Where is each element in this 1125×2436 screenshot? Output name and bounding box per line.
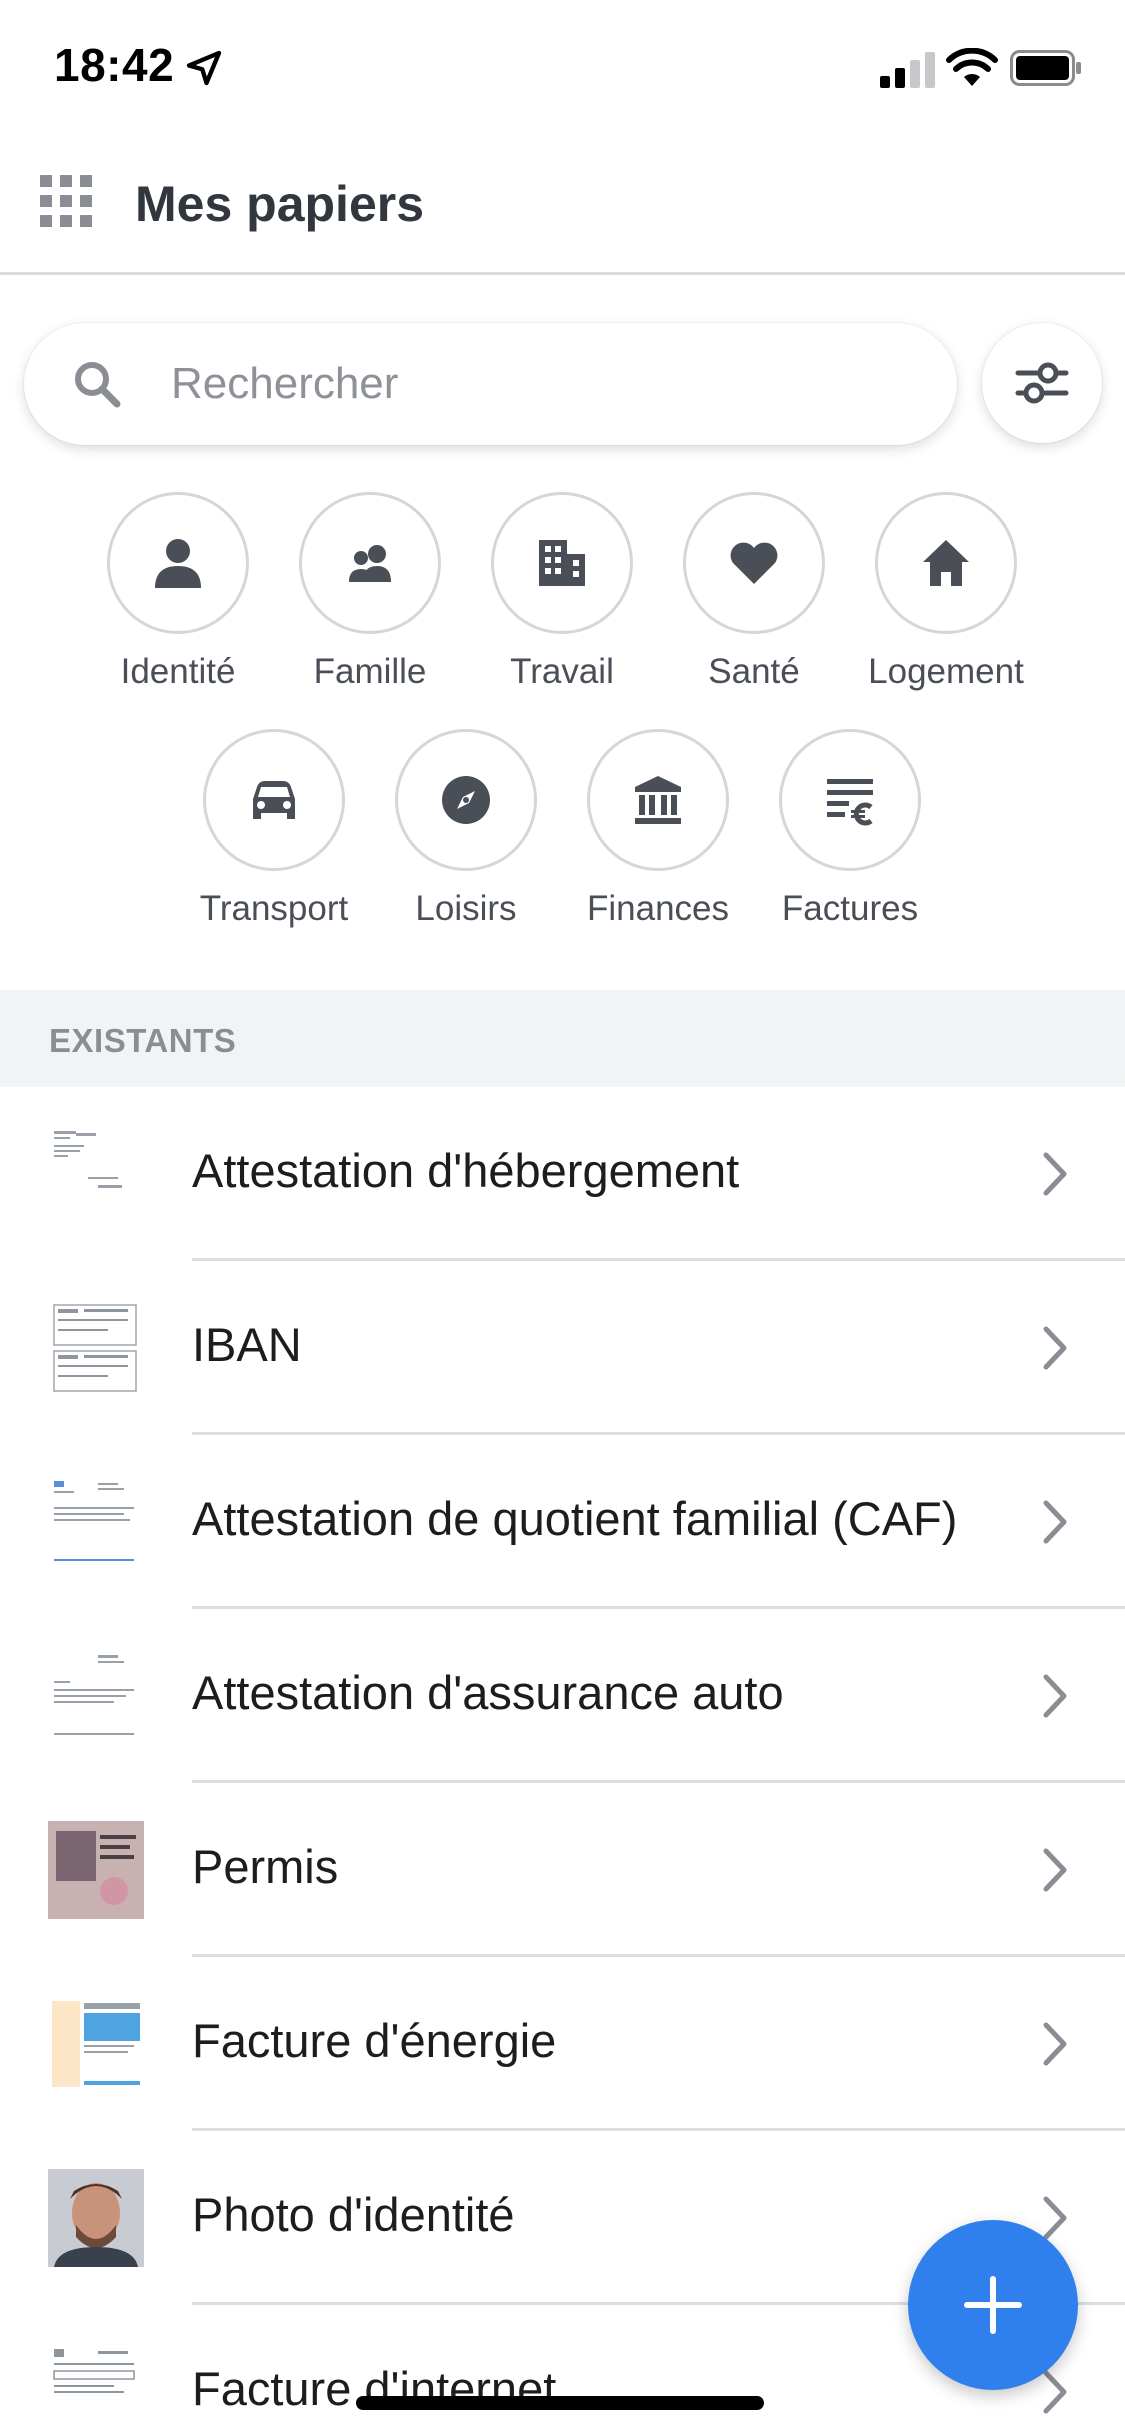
document-title: Photo d'identité [192,2188,515,2241]
category-identite[interactable]: Identité [83,492,273,722]
apps-grid-icon[interactable] [40,175,92,227]
category-label: Travail [510,652,614,691]
document-thumbnail [48,2169,144,2267]
status-time: 18:42 [54,39,175,91]
document-thumbnail [48,1995,144,2093]
category-label: Loisirs [415,889,517,928]
category-circle[interactable] [395,729,537,871]
chevron-right-icon [1043,1674,1067,1718]
list-item[interactable]: Attestation d'hébergement [0,1087,1125,1261]
list-item[interactable]: Facture d'énergie [0,1957,1125,2131]
bank-icon [635,776,681,824]
car-icon [253,781,295,819]
document-title: Attestation d'assurance auto [192,1666,784,1719]
building-icon [539,540,585,586]
category-circle[interactable] [491,492,633,634]
chevron-right-icon [1043,2196,1067,2240]
page-title: Mes papiers [135,176,425,232]
status-bar: 18:42 [0,0,1125,135]
add-document-button[interactable] [908,2220,1078,2390]
category-factures[interactable]: Factures [755,729,945,959]
document-thumbnail [48,1821,144,1919]
battery-icon [1010,50,1081,86]
category-sante[interactable]: Santé [659,492,849,722]
category-label: Santé [708,652,800,691]
category-transport[interactable]: Transport [179,729,369,959]
wifi-icon [946,48,998,86]
category-circle[interactable] [875,492,1017,634]
category-circle[interactable] [299,492,441,634]
document-title: Permis [192,1840,339,1893]
search-icon [75,362,121,408]
bill-euro-icon [827,779,873,826]
category-label: Identité [120,652,236,691]
location-arrow-icon [186,50,222,86]
category-circle[interactable] [587,729,729,871]
chevron-right-icon [1043,1152,1067,1196]
category-circle[interactable] [683,492,825,634]
heart-icon [730,542,778,584]
chevron-right-icon [1043,2370,1067,2414]
category-label: Famille [313,652,427,691]
category-circle[interactable] [779,729,921,871]
category-label: Transport [199,889,349,928]
list-item[interactable]: Attestation de quotient familial (CAF) [0,1435,1125,1609]
home-indicator[interactable] [356,2396,764,2410]
family-icon [349,545,391,582]
list-item[interactable]: IBAN [0,1261,1125,1435]
category-label: Factures [781,889,919,928]
list-item[interactable]: Attestation d'assurance auto [0,1609,1125,1783]
category-label: Finances [586,889,730,928]
category-circle[interactable] [107,492,249,634]
document-thumbnail [48,1473,144,1571]
app-header: Mes papiers [0,135,1125,275]
category-famille[interactable]: Famille [275,492,465,722]
person-icon [155,539,201,588]
chevron-right-icon [1043,1326,1067,1370]
section-header: EXISTANTS [0,990,1125,1087]
chevron-right-icon [1043,1848,1067,1892]
category-logement[interactable]: Logement [851,492,1041,722]
document-thumbnail [48,1125,144,1223]
sliders-icon [1015,362,1069,404]
search-bar[interactable] [24,323,957,445]
compass-icon [442,776,490,824]
search-input[interactable] [171,351,911,417]
category-finances[interactable]: Finances [563,729,753,959]
category-circle[interactable] [203,729,345,871]
list-item[interactable]: Permis [0,1783,1125,1957]
plus-icon [964,2276,1022,2334]
document-thumbnail [48,1647,144,1745]
chevron-right-icon [1043,2022,1067,2066]
category-label: Logement [868,652,1024,691]
document-title: Attestation d'hébergement [192,1144,740,1197]
signal-icon [880,52,935,88]
document-thumbnail [48,2343,144,2436]
document-title: Attestation de quotient familial (CAF) [192,1492,958,1545]
house-icon [923,540,969,586]
filter-button[interactable] [982,323,1102,443]
chevron-right-icon [1043,1500,1067,1544]
document-title: IBAN [192,1318,302,1371]
document-thumbnail [48,1299,144,1397]
document-title: Facture d'énergie [192,2014,557,2067]
section-title: EXISTANTS [49,1022,237,1059]
category-loisirs[interactable]: Loisirs [371,729,561,959]
category-travail[interactable]: Travail [467,492,657,722]
